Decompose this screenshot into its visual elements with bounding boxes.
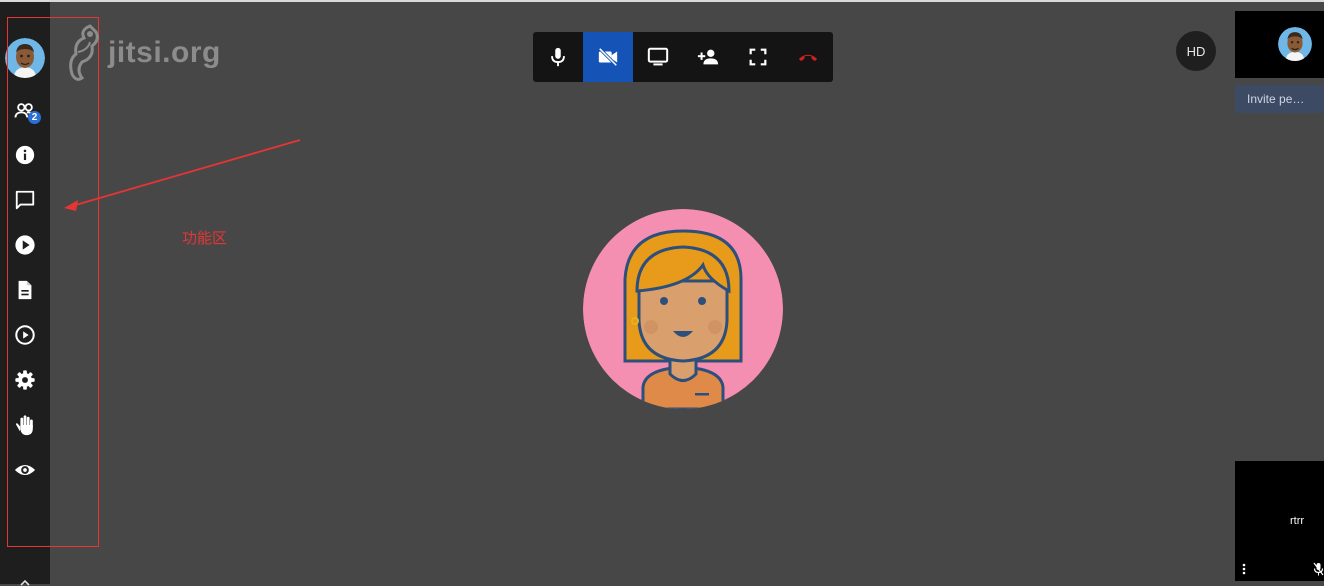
camera-off-icon	[598, 47, 618, 67]
local-avatar	[1278, 27, 1312, 61]
main-toolbar	[533, 32, 833, 82]
hangup-button[interactable]	[783, 32, 833, 82]
remote-video-thumbnail[interactable]: rtrr	[1235, 461, 1324, 581]
microphone-muted-icon	[1313, 562, 1324, 576]
chevron-up-icon[interactable]	[20, 578, 30, 586]
monitor-icon	[647, 47, 669, 66]
fullscreen-icon	[749, 48, 767, 66]
remote-participant-name: rtrr	[1290, 515, 1305, 527]
local-video-thumbnail[interactable]	[1235, 11, 1324, 78]
camera-button[interactable]	[583, 32, 633, 82]
logo-text: jitsi.org	[108, 36, 221, 69]
microphone-icon	[551, 47, 565, 67]
add-person-icon	[697, 49, 719, 65]
microphone-button[interactable]	[533, 32, 583, 82]
hangup-icon	[798, 54, 818, 62]
screen-share-button[interactable]	[633, 32, 683, 82]
jitsi-logo[interactable]: jitsi.org	[64, 22, 221, 84]
top-border	[0, 0, 1324, 2]
jitsi-logo-icon	[69, 24, 99, 81]
invite-people-button[interactable]: Invite pe…	[1235, 85, 1324, 113]
more-options-icon[interactable]	[1241, 562, 1247, 576]
annotation-label: 功能区	[182, 230, 228, 247]
participant-large-avatar	[583, 209, 783, 409]
fullscreen-button[interactable]	[733, 32, 783, 82]
invite-button[interactable]	[683, 32, 733, 82]
annotation-box	[7, 17, 99, 547]
video-quality-badge[interactable]: HD	[1176, 31, 1216, 71]
